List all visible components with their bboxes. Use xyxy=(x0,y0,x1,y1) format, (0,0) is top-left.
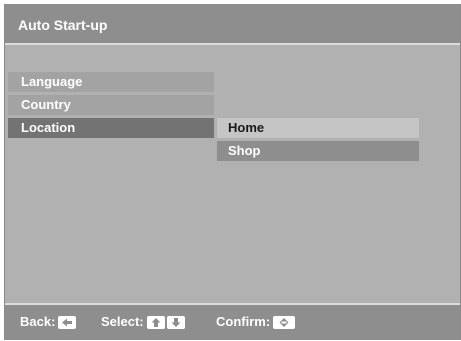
select-hint-label: Select: xyxy=(101,314,144,329)
confirm-hint-label: Confirm: xyxy=(216,314,271,329)
menu-item-language[interactable]: Language xyxy=(8,72,214,92)
down-arrow-icon xyxy=(166,315,185,329)
menu-item-country[interactable]: Country xyxy=(8,95,214,115)
button-hint-bar: Back: Select: Confirm: xyxy=(5,303,460,339)
enter-icon xyxy=(273,315,296,329)
left-arrow-icon xyxy=(58,315,77,329)
up-arrow-icon xyxy=(146,315,165,329)
menu-item-location[interactable]: Location xyxy=(8,118,214,138)
location-option-home[interactable]: Home xyxy=(217,118,419,138)
back-hint: Back: xyxy=(20,305,77,339)
auto-start-up-screen: Auto Start-up Language Country Location … xyxy=(4,4,461,340)
location-option-shop[interactable]: Shop xyxy=(217,141,419,161)
back-hint-label: Back: xyxy=(20,314,56,329)
screen-title: Auto Start-up xyxy=(5,5,460,45)
select-hint: Select: xyxy=(101,305,185,339)
confirm-hint: Confirm: xyxy=(216,305,296,339)
